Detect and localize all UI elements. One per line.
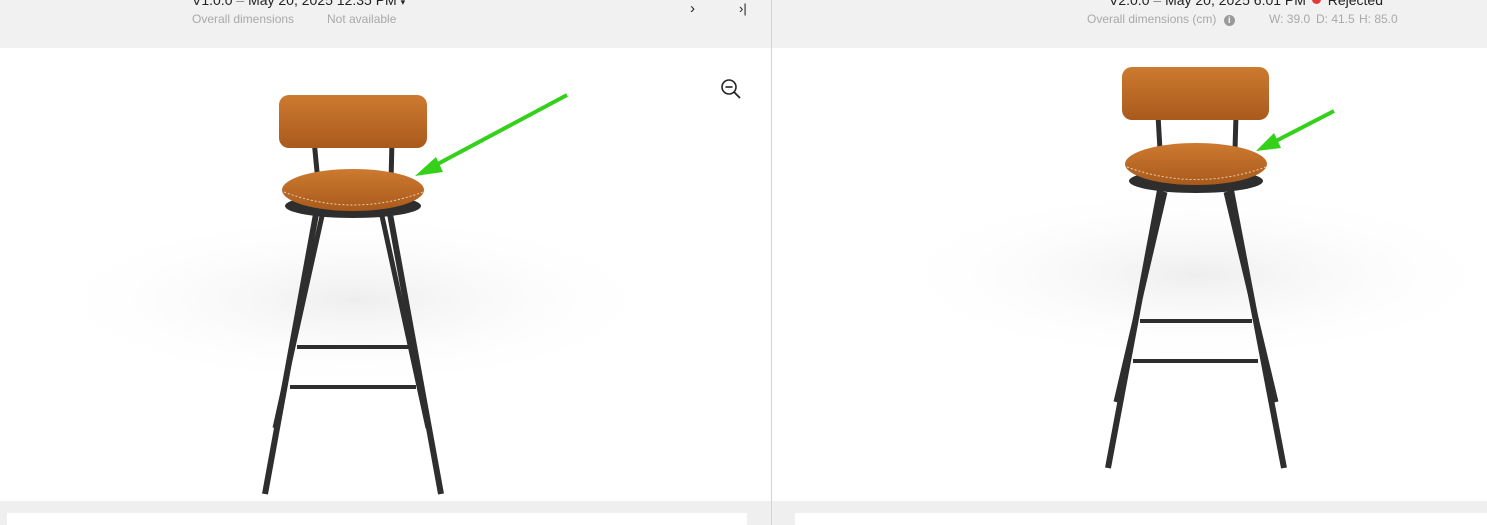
dimension-width: W: 39.0 — [1269, 12, 1311, 26]
right-bar-stool-render — [875, 67, 1487, 469]
left-bar-stool-render — [35, 93, 675, 495]
left-dimensions-label: Overall dimensions — [192, 12, 295, 26]
left-version-line[interactable]: V1.0.0 – May 20, 2025 12:35 PM ▾ — [192, 0, 405, 8]
right-bottom-panel — [772, 501, 1487, 525]
right-dimensions-label-group: Overall dimensions (cm) i — [1087, 12, 1235, 26]
left-bottom-panel — [0, 501, 771, 525]
right-version-header: V2.0.0 – May 20, 2025 6:01 PM Rejected O… — [772, 0, 1487, 48]
chevron-down-icon[interactable]: ▾ — [401, 0, 406, 7]
status-badge: Rejected — [1327, 0, 1383, 8]
right-version-number: V2.0.0 — [1109, 0, 1150, 8]
right-model-viewer[interactable] — [772, 48, 1487, 501]
last-version-button[interactable]: ›| — [739, 0, 747, 20]
left-model-viewer[interactable] — [0, 48, 771, 501]
green-arrow-annotation — [415, 93, 568, 176]
zoom-out-icon[interactable] — [720, 78, 742, 100]
left-dimensions-value: Not available — [327, 12, 397, 26]
right-dimensions-label: Overall dimensions (cm) — [1087, 12, 1217, 26]
next-version-button[interactable]: › — [690, 0, 695, 20]
right-version-pane: V2.0.0 – May 20, 2025 6:01 PM Rejected O… — [772, 0, 1487, 525]
right-details-card — [795, 513, 1487, 525]
info-icon[interactable]: i — [1223, 15, 1235, 26]
left-version-header: V1.0.0 – May 20, 2025 12:35 PM ▾ Overall… — [0, 0, 771, 48]
left-version-number: V1.0.0 — [192, 0, 233, 8]
dimension-height: H: 85.0 — [1359, 12, 1398, 26]
status-dot-icon — [1311, 0, 1321, 4]
green-arrow-annotation — [1256, 109, 1335, 151]
left-version-pane: V1.0.0 – May 20, 2025 12:35 PM ▾ Overall… — [0, 0, 771, 525]
left-version-date: May 20, 2025 12:35 PM — [248, 0, 397, 8]
right-version-line[interactable]: V2.0.0 – May 20, 2025 6:01 PM Rejected — [1109, 0, 1383, 8]
left-details-card — [7, 513, 747, 525]
dimension-depth: D: 41.5 — [1316, 12, 1355, 26]
right-version-date: May 20, 2025 6:01 PM — [1165, 0, 1306, 8]
